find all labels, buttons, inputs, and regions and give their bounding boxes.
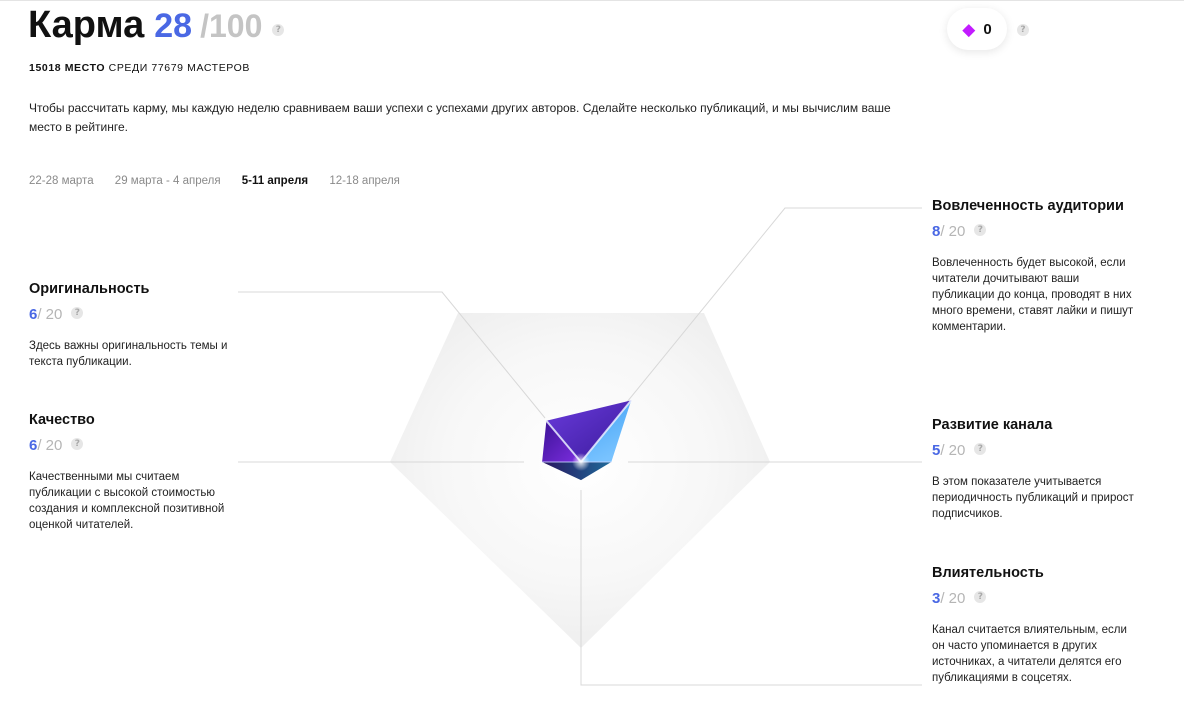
metric-max: / 20 — [37, 437, 63, 454]
metric-max: / 20 — [940, 223, 966, 240]
shape-center-glow — [572, 453, 590, 471]
metric-max: / 20 — [940, 590, 966, 607]
metric-score: 8/ 20? — [932, 223, 1138, 240]
help-icon[interactable]: ? — [974, 591, 987, 604]
metric-name: Вовлеченность аудитории — [932, 198, 1124, 214]
metric-name: Развитие канала — [932, 417, 1053, 433]
metric-description: Качественными мы считаем публикации с вы… — [29, 471, 225, 531]
help-icon[interactable]: ? — [71, 438, 84, 451]
help-icon[interactable]: ? — [974, 443, 987, 456]
metric-quality: Качество 6/ 20? Качественными мы считаем… — [29, 412, 229, 533]
metric-score: 5/ 20? — [932, 442, 1138, 459]
metric-max: / 20 — [940, 442, 966, 459]
metric-score: 6/ 20? — [29, 437, 229, 454]
metric-score: 6/ 20? — [29, 306, 229, 323]
metric-description: Канал считается влиятельным, если он час… — [932, 624, 1127, 684]
metric-description: Здесь важны оригинальность темы и текста… — [29, 340, 228, 368]
metric-description: В этом показателе учитывается периодично… — [932, 476, 1134, 520]
metric-description: Вовлеченность будет высокой, если читате… — [932, 257, 1134, 333]
radar-background — [390, 313, 770, 648]
help-icon[interactable]: ? — [71, 307, 84, 320]
metric-name: Оригинальность — [29, 281, 150, 297]
metric-influence: Влиятельность 3/ 20? Канал считается вли… — [932, 565, 1138, 686]
metric-name: Качество — [29, 412, 95, 428]
metric-score: 3/ 20? — [932, 590, 1138, 607]
metric-engagement: Вовлеченность аудитории 8/ 20? Вовлеченн… — [932, 198, 1138, 335]
help-icon[interactable]: ? — [974, 224, 987, 237]
metric-growth: Развитие канала 5/ 20? В этом показателе… — [932, 417, 1138, 522]
metric-originality: Оригинальность 6/ 20? Здесь важны оригин… — [29, 281, 229, 370]
metric-max: / 20 — [37, 306, 63, 323]
metric-name: Влиятельность — [932, 565, 1044, 581]
